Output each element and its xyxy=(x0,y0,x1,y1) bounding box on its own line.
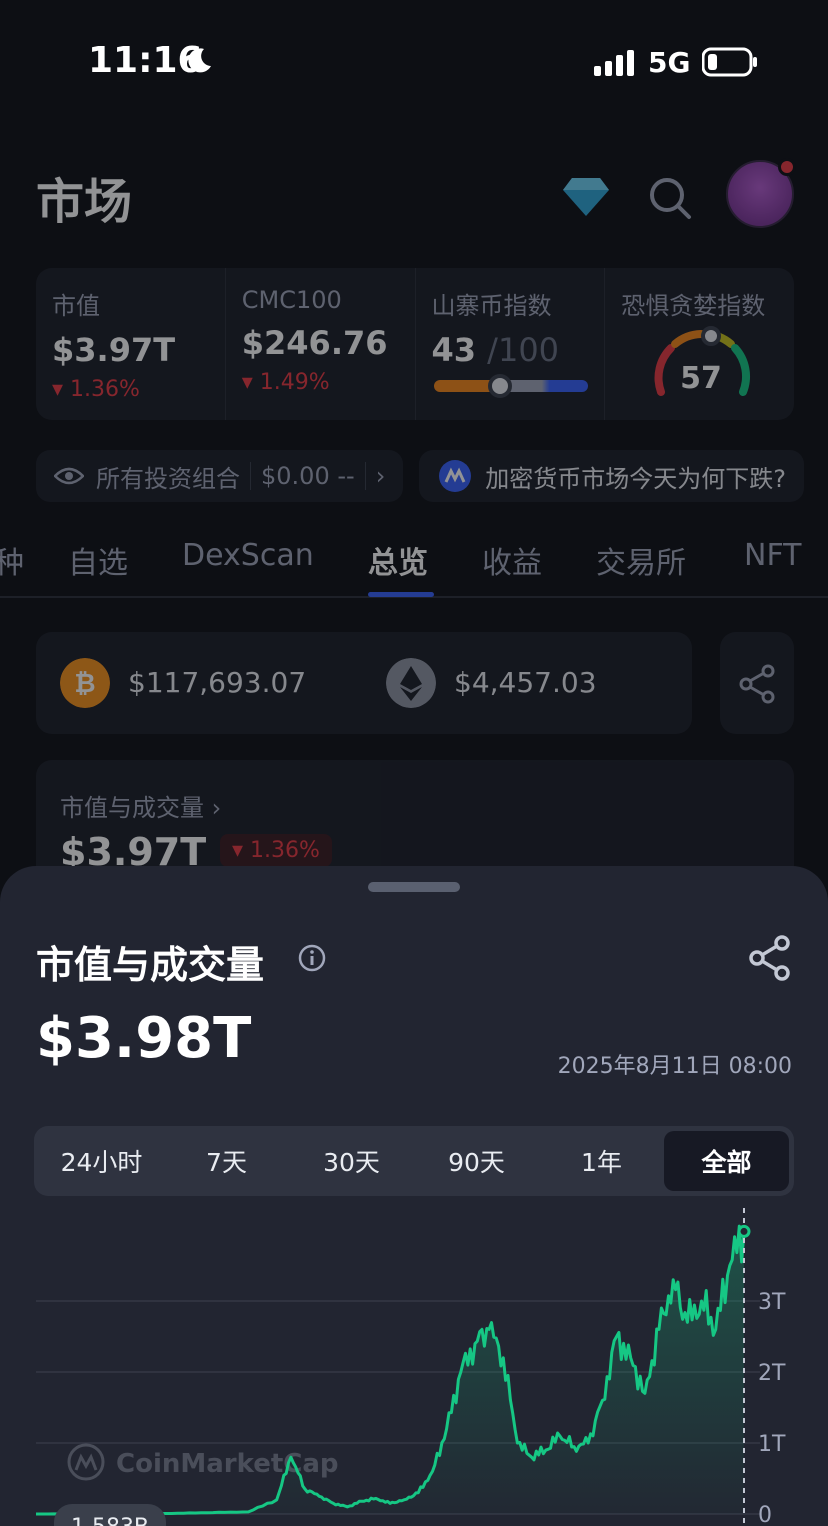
range-7d[interactable]: 7天 xyxy=(164,1131,289,1191)
news-pill[interactable]: 加密货币市场今天为何下跌? xyxy=(419,450,805,502)
market-cap-value: $3.98T xyxy=(36,1006,252,1071)
stat-change: ▾ 1.49% xyxy=(241,370,330,395)
stat-value: 43 /100 xyxy=(432,331,589,369)
stat-label: CMC100 xyxy=(241,286,342,314)
stat-altcoin-index[interactable]: 山寨币指数 43 /100 xyxy=(416,268,606,420)
market-page: 市场 市值 $3.97T ▾ 1.36% CMC100 $246.76 ▾ 1.… xyxy=(0,120,828,960)
portfolio-change: -- xyxy=(337,462,355,490)
share-icon[interactable] xyxy=(748,934,792,982)
watermark-text: CoinMarketCap xyxy=(116,1449,339,1479)
range-all[interactable]: 全部 xyxy=(664,1131,789,1191)
page-title: 市场 xyxy=(36,174,133,230)
status-bar: 11:16 5G xyxy=(0,0,828,120)
signal-icon xyxy=(594,50,634,76)
y-axis: 3T 2T 1T 0 xyxy=(758,1290,786,1526)
stat-change: ▾ 1.36% xyxy=(52,377,140,402)
eye-icon[interactable] xyxy=(54,466,84,486)
stat-label: 市值 xyxy=(52,292,100,320)
network-label: 5G xyxy=(648,46,691,79)
portfolio-pill[interactable]: 所有投资组合 $0.00 -- › xyxy=(36,450,404,502)
moon-icon xyxy=(188,48,211,73)
range-90d[interactable]: 90天 xyxy=(414,1131,539,1191)
btc-price[interactable]: $117,693.07 xyxy=(128,666,306,699)
y-tick-label: 3T xyxy=(758,1290,786,1315)
battery-icon xyxy=(702,47,757,77)
stat-cmc100[interactable]: CMC100 $246.76 ▾ 1.49% xyxy=(226,268,416,420)
range-30d[interactable]: 30天 xyxy=(289,1131,414,1191)
share-button[interactable] xyxy=(720,632,794,734)
y-tick-label: 1T xyxy=(758,1432,786,1457)
timestamp: 2025年8月11日 08:00 xyxy=(557,1054,792,1079)
divider xyxy=(250,462,251,490)
ethereum-icon xyxy=(386,658,436,708)
change-text: 1.36% xyxy=(70,377,140,402)
news-text: 加密货币市场今天为何下跌? xyxy=(485,464,787,493)
range-24h[interactable]: 24小时 xyxy=(39,1131,164,1191)
info-icon[interactable] xyxy=(298,944,326,972)
tab-nft[interactable]: NFT xyxy=(744,538,802,573)
market-cap-chart[interactable]: 3T 2T 1T 0 CoinMarketCap 1.583B xyxy=(0,1208,828,1526)
change-text: 1.49% xyxy=(259,370,330,395)
stat-label: 山寨币指数 xyxy=(431,292,552,320)
tab-yield[interactable]: 收益 xyxy=(482,538,542,582)
stat-market-cap[interactable]: 市值 $3.97T ▾ 1.36% xyxy=(36,268,226,420)
y-tick-label: 0 xyxy=(758,1503,772,1526)
stat-value: $3.97T xyxy=(52,331,176,369)
tab-watchlist[interactable]: 自选 xyxy=(68,538,128,582)
tab-overview[interactable]: 总览 xyxy=(368,538,428,582)
altcoin-bar xyxy=(433,374,588,398)
stats-row: 市值 $3.97T ▾ 1.36% CMC100 $246.76 ▾ 1.49%… xyxy=(36,268,794,420)
divider xyxy=(364,462,366,490)
price-card: ₿ $117,693.07 $4,457.03 xyxy=(36,632,692,734)
mc-card-change: ▾ 1.36% xyxy=(220,834,332,867)
volume-badge: 1.583B xyxy=(54,1504,166,1526)
mc-card-label: 市值与成交量 › xyxy=(60,794,222,822)
volume-badge-text: 1.583B xyxy=(71,1515,149,1526)
altcoin-value: 43 xyxy=(431,331,477,369)
stat-value: $246.76 xyxy=(241,324,388,362)
search-icon[interactable] xyxy=(648,176,692,220)
time-range-selector: 24小时 7天 30天 90天 1年 全部 xyxy=(34,1126,794,1196)
range-1y[interactable]: 1年 xyxy=(539,1131,664,1191)
bitcoin-icon: ₿ xyxy=(60,658,110,708)
altcoin-knob xyxy=(487,374,512,398)
svg-text:₿: ₿ xyxy=(74,669,95,699)
notification-dot xyxy=(778,158,796,176)
share-icon xyxy=(739,664,775,704)
eth-price[interactable]: $4,457.03 xyxy=(454,666,597,699)
stat-label: 恐惧贪婪指数 xyxy=(621,292,766,320)
fear-greed-value: 57 xyxy=(680,361,722,396)
tab-exchanges[interactable]: 交易所 xyxy=(596,538,686,582)
altcoin-suffix: /100 xyxy=(487,331,560,369)
fear-greed-gauge: 57 xyxy=(654,326,751,396)
y-tick-label: 2T xyxy=(758,1361,786,1386)
chevron-right-icon: › xyxy=(375,462,386,490)
tab-dexscan[interactable]: DexScan xyxy=(182,538,314,573)
active-tab-indicator xyxy=(368,592,434,597)
tab-bar: 种 自选 DexScan 总览 收益 交易所 NFT xyxy=(0,530,828,598)
stat-fear-greed[interactable]: 恐惧贪婪指数 57 xyxy=(605,268,794,420)
tab-partial[interactable]: 种 xyxy=(0,538,24,582)
change-text: 1.36% xyxy=(250,838,320,863)
sheet-title: 市值与成交量 xyxy=(36,943,265,987)
mc-card-label-text: 市值与成交量 xyxy=(60,794,204,822)
cmc-logo-icon xyxy=(439,460,472,492)
chart-current-point xyxy=(737,1224,751,1238)
portfolio-value: $0.00 xyxy=(261,462,330,490)
portfolio-label: 所有投资组合 xyxy=(96,464,240,493)
market-cap-sheet: 市值与成交量 $3.98T 2025年8月11日 08:00 24小时 7天 3… xyxy=(0,866,828,1526)
diamond-icon[interactable] xyxy=(562,176,610,218)
sheet-handle[interactable] xyxy=(368,882,460,892)
pill-row: 所有投资组合 $0.00 -- › 加密货币市场今天为何下跌? xyxy=(36,450,805,502)
